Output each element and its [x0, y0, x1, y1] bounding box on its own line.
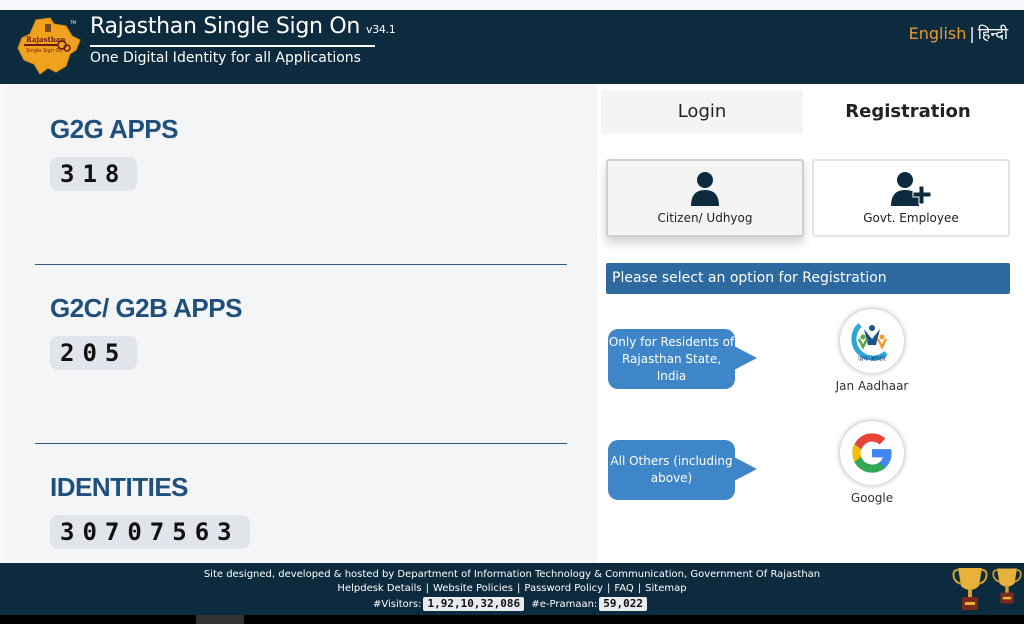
- registration-banner: Please select an option for Registration: [606, 263, 1010, 294]
- link-separator: |: [516, 583, 521, 594]
- top-strip: [0, 0, 1024, 10]
- footer: Site designed, developed & hosted by Dep…: [0, 563, 1024, 615]
- govt-employee-option[interactable]: Govt. Employee: [812, 159, 1010, 237]
- option-label: Govt. Employee: [863, 211, 959, 225]
- jan-aadhaar-icon-text: जन-आधार: [858, 355, 886, 363]
- stat-counter: 30707563: [50, 515, 250, 549]
- user-plus-icon: [891, 172, 932, 206]
- tab-login[interactable]: Login: [601, 90, 803, 134]
- title-underline: [90, 45, 375, 47]
- app-subtitle: One Digital Identity for all Application…: [90, 50, 361, 66]
- epramaan-label: #e-Pramaan:: [531, 599, 598, 610]
- lang-separator: |: [969, 24, 975, 43]
- epramaan-counter: 59,022: [599, 597, 648, 611]
- svg-text:TM: TM: [69, 20, 76, 25]
- faq-link[interactable]: FAQ: [614, 583, 633, 594]
- lang-english-link[interactable]: English: [909, 24, 967, 43]
- stat-g2c-g2b-apps: G2C/ G2B APPS 205: [50, 293, 242, 370]
- link-separator: |: [607, 583, 611, 594]
- stat-title: G2G APPS: [50, 114, 178, 144]
- rajasthan-sso-logo-icon[interactable]: Rajasthan Single Sign On TM: [14, 14, 82, 78]
- option-label: Citizen/ Udhyog: [657, 211, 753, 225]
- google-icon: [852, 433, 892, 473]
- lang-hindi-link[interactable]: हिन्दी: [978, 24, 1008, 43]
- divider: [35, 264, 567, 265]
- divider: [35, 443, 567, 444]
- google-hint-bubble: All Others (including above): [608, 440, 757, 500]
- trophy-icon: [952, 568, 988, 610]
- app-title: Rajasthan Single Sign On v34.1: [90, 14, 396, 39]
- stat-counter: 205: [50, 336, 138, 370]
- google-provider[interactable]: Google: [827, 421, 917, 505]
- app-version: v34.1: [366, 23, 396, 36]
- language-switcher: English | हिन्दी: [909, 22, 1008, 44]
- provider-label: Jan Aadhaar: [835, 379, 909, 393]
- stat-identities: IDENTITIES 30707563: [50, 472, 250, 549]
- footer-credit: Site designed, developed & hosted by Dep…: [203, 569, 821, 580]
- visitors-label: #Visitors:: [372, 599, 422, 610]
- google-button[interactable]: [840, 421, 904, 485]
- stats-panel: G2G APPS 318 G2C/ G2B APPS 205 IDENTITIE…: [5, 84, 597, 563]
- svg-text:Single Sign On: Single Sign On: [26, 48, 63, 54]
- taskbar: [0, 615, 1024, 624]
- footer-counters: #Visitors: 1,92,10,32,086 #e-Pramaan: 59,0…: [0, 597, 1024, 611]
- jan-aadhaar-provider[interactable]: जन-आधार Jan Aadhaar: [827, 309, 917, 393]
- auth-panel: Login Registration Citizen/ Udhyog Govt.…: [597, 84, 1024, 563]
- trophy-icon: [992, 568, 1022, 604]
- taskbar-item[interactable]: [196, 615, 244, 624]
- provider-label: Google: [850, 491, 894, 505]
- stat-counter: 318: [50, 157, 138, 191]
- app-title-text: Rajasthan Single Sign On: [90, 14, 360, 39]
- header: Rajasthan Single Sign On TM Rajasthan Si…: [0, 10, 1024, 84]
- link-separator: |: [425, 583, 429, 594]
- sitemap-link[interactable]: Sitemap: [645, 583, 686, 594]
- jan-aadhaar-button[interactable]: जन-आधार: [840, 309, 904, 373]
- website-policies-link[interactable]: Website Policies: [433, 583, 513, 594]
- stat-title: G2C/ G2B APPS: [50, 293, 242, 323]
- footer-links: Helpdesk Details | Website Policies | Passwo…: [0, 583, 1024, 594]
- citizen-udhyog-option[interactable]: Citizen/ Udhyog: [606, 159, 804, 237]
- stat-g2g-apps: G2G APPS 318: [50, 114, 178, 191]
- tab-registration[interactable]: Registration: [807, 90, 1009, 134]
- jan-aadhaar-hint-bubble: Only for Residents of Rajasthan State, I…: [608, 329, 757, 389]
- user-icon: [691, 172, 719, 206]
- link-separator: |: [637, 583, 642, 594]
- password-policy-link[interactable]: Password Policy: [524, 583, 603, 594]
- jan-aadhaar-icon: जन-आधार: [851, 323, 888, 363]
- helpdesk-link[interactable]: Helpdesk Details: [337, 583, 421, 594]
- visitors-counter: 1,92,10,32,086: [423, 597, 525, 611]
- stat-title: IDENTITIES: [50, 472, 189, 502]
